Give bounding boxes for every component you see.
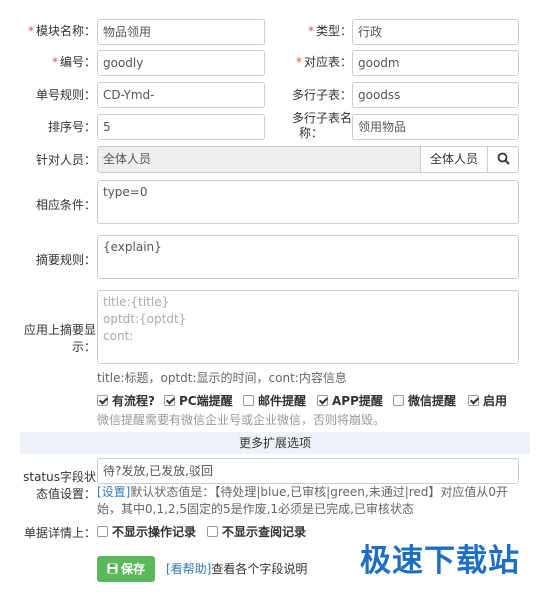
select-people-button[interactable]: 全体人员	[420, 146, 488, 173]
multi-subtable-name-label-line1: 多行子表名	[291, 111, 352, 125]
checkbox[interactable]	[207, 526, 218, 537]
number-rule-label: 单号规则：	[35, 88, 96, 102]
app-summary-hint: title:标题，optdt:显示的时间，cont:内容信息	[97, 371, 347, 385]
save-button[interactable]: 保存	[97, 556, 155, 582]
status-hint-line2: 始，其中0,1,2,5固定的5是作废,1必须是已完成,已审核状态	[97, 502, 414, 516]
wechat-hint: 微信提醒需要有微信企业号或企业微信，否则将崩毁。	[97, 413, 386, 427]
watermark-logo: 极速下载站	[360, 543, 520, 579]
option-mail-notify[interactable]: 邮件提醒	[243, 394, 306, 408]
summary-rule-label: 摘要规则：	[35, 253, 96, 267]
checkbox[interactable]	[393, 395, 404, 406]
help-text: [看帮助]查看各个字段说明	[166, 562, 308, 576]
table-input[interactable]: goodm	[352, 50, 519, 76]
app-summary-label-line2: 示：	[71, 340, 96, 354]
app-summary-label: 应用上摘要显 示：	[20, 323, 96, 355]
sort-no-label: 排序号：	[47, 120, 96, 134]
hide-operation-log-option[interactable]: 不显示操作记录	[97, 525, 196, 539]
search-icon	[497, 152, 510, 165]
search-button[interactable]	[487, 146, 519, 173]
module-name-label: * 模块名称：	[27, 24, 96, 38]
code-label: * 编号：	[51, 55, 96, 69]
checkbox[interactable]	[468, 395, 479, 406]
sort-no-input[interactable]: 5	[97, 114, 265, 140]
multi-subtable-label: 多行子表：	[291, 88, 352, 102]
app-summary-label-line1: 应用上摘要显	[23, 323, 96, 337]
code-input[interactable]: goodly	[97, 50, 265, 76]
app-summary-placeholder-line: optdt:{optdt}	[103, 312, 187, 326]
checkbox[interactable]	[97, 395, 108, 406]
status-label-line2: 态值设置：	[35, 487, 96, 501]
checkbox[interactable]	[97, 526, 108, 537]
app-summary-placeholder-line: cont:	[103, 329, 134, 343]
option-enabled[interactable]: 启用	[468, 394, 507, 408]
save-icon	[107, 563, 118, 574]
status-hint: [设置]默认状态值是：【待处理|blue,已审核|green,未通过|red】对…	[97, 484, 537, 518]
checkbox[interactable]	[164, 395, 175, 406]
option-pc-notify[interactable]: PC端提醒	[164, 394, 233, 408]
more-options-section[interactable]: 更多扩展选项	[20, 432, 530, 454]
number-rule-input[interactable]: CD-Ymd-	[97, 82, 265, 108]
multi-subtable-name-label-line2: 称：	[298, 126, 323, 140]
multi-subtable-input[interactable]: goodss	[352, 82, 519, 108]
condition-label: 相应条件：	[35, 198, 96, 212]
option-wechat-notify[interactable]: 微信提醒	[393, 394, 456, 408]
status-label-line1: status字段状	[23, 470, 96, 484]
hide-view-log-option[interactable]: 不显示查阅记录	[207, 525, 306, 539]
module-name-input[interactable]: 物品领用	[97, 19, 265, 45]
type-input[interactable]: 行政	[352, 19, 519, 45]
app-summary-textarea[interactable]: title:{title} optdt:{optdt} cont:	[97, 290, 519, 364]
target-people-label: 针对人员：	[35, 153, 96, 167]
status-setting-link[interactable]: [设置]	[97, 485, 130, 499]
target-people-input[interactable]: 全体人员	[97, 146, 421, 173]
option-has-flow[interactable]: 有流程?	[97, 394, 155, 408]
checkbox[interactable]	[243, 395, 254, 406]
multi-subtable-name-input[interactable]: 领用物品	[352, 114, 519, 140]
status-label: status字段状 态值设置：	[20, 470, 96, 502]
status-input[interactable]: 待?发放,已发放,驳回	[97, 458, 519, 484]
type-label: * 类型：	[307, 24, 352, 38]
summary-rule-textarea[interactable]: {explain}	[97, 235, 519, 279]
help-link[interactable]: [看帮助]	[166, 562, 211, 576]
app-summary-placeholder-line: title:{title}	[103, 295, 170, 309]
option-app-notify[interactable]: APP提醒	[317, 394, 383, 408]
table-label: * 对应表：	[295, 55, 352, 69]
checkbox[interactable]	[317, 395, 328, 406]
detail-label: 单据详情上：	[23, 526, 96, 540]
condition-textarea[interactable]: type=0	[97, 180, 519, 224]
status-hint-line1: [设置]默认状态值是：【待处理|blue,已审核|green,未通过|red】对…	[97, 485, 509, 499]
multi-subtable-name-label: 多行子表名 称：	[270, 111, 352, 141]
